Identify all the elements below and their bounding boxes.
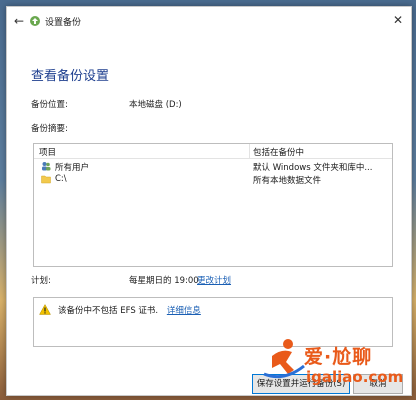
backup-summary-table[interactable]: 项目 包括在备份中 所有用户 默认 Windows 文件夹和库中... C:\ … [33,143,393,267]
details-link[interactable]: 详细信息 [167,306,201,316]
schedule-value: 每星期日的 19:00 [129,276,199,286]
column-divider[interactable] [249,144,250,158]
schedule-label: 计划: [31,276,51,286]
warning-icon [39,304,51,315]
warning-text: 该备份中不包括 EFS 证书. [58,306,159,316]
warning-box: 该备份中不包括 EFS 证书. 详细信息 [33,297,393,347]
close-icon[interactable]: ✕ [389,11,407,29]
back-arrow-icon[interactable]: ← [11,13,27,29]
backup-settings-dialog: ← 设置备份 ✕ 查看备份设置 备份位置: 本地磁盘 (D:) 备份摘要: 项目… [6,6,412,396]
row-detail: 所有本地数据文件 [253,176,322,186]
location-label: 备份位置: [31,100,68,110]
row-name: 所有用户 [55,163,90,173]
table-row[interactable]: 所有用户 默认 Windows 文件夹和库中... [34,160,392,173]
table-row[interactable]: C:\ 所有本地数据文件 [34,173,392,186]
backup-app-icon [30,16,40,26]
save-and-run-button[interactable]: 保存设置并运行备份(S) [252,374,350,394]
cancel-button[interactable]: 取消 [353,374,403,394]
summary-label: 备份摘要: [31,124,68,134]
row-detail: 默认 Windows 文件夹和库中... [253,163,373,173]
users-icon [42,162,51,171]
change-schedule-link[interactable]: 更改计划 [197,274,231,286]
column-header-included[interactable]: 包括在备份中 [253,146,304,158]
folder-icon [41,175,51,184]
location-value: 本地磁盘 (D:) [129,100,182,110]
title-bar: ← 设置备份 ✕ [7,7,411,35]
page-title: 查看备份设置 [31,69,110,84]
window-title: 设置备份 [45,18,82,28]
column-header-item[interactable]: 项目 [39,146,56,158]
warning-message: 该备份中不包括 EFS 证书. 详细信息 [58,304,201,316]
table-header: 项目 包括在备份中 [34,144,392,159]
row-name: C:\ [55,174,67,184]
